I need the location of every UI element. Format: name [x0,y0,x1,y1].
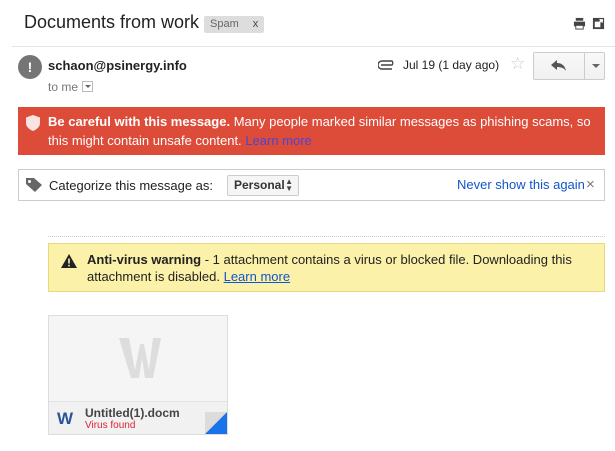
word-doc-icon [119,338,161,378]
spam-label-text: Spam [210,18,239,30]
phishing-learn-more-link[interactable]: Learn more [245,133,311,148]
attachment-virus-status: Virus found [85,420,136,431]
subject-row: Documents from work Spam x [0,0,615,48]
content-divider [48,236,605,237]
show-details-dropdown[interactable] [82,81,94,92]
sender-address[interactable]: schaon@psinergy.info [48,58,187,73]
more-actions-button[interactable] [584,53,605,79]
attachment-preview [49,316,227,401]
recipient-text: to me [48,80,79,94]
phishing-warning-title: Be careful with this message. [48,114,231,129]
never-show-again-link[interactable]: Never show this again [457,177,585,192]
star-icon[interactable]: ☆ [510,54,525,74]
print-icon[interactable] [573,17,586,30]
categorize-label: Categorize this message as: [49,178,214,193]
categorize-bar: Categorize this message as: Personal ▲ ▼ … [18,169,605,201]
folded-corner-icon [205,412,227,434]
phishing-warning-banner: Be careful with this message. Many peopl… [18,107,605,155]
dismiss-categorize-button[interactable]: × [586,176,595,193]
reply-button-group [533,52,605,80]
attachment-filename: Untitled(1).docm [85,406,180,420]
message-subject: Documents from work [24,12,200,32]
top-icons [573,17,605,30]
word-file-icon: W [57,409,74,428]
antivirus-warning-banner: Anti-virus warning - 1 attachment contai… [48,243,605,292]
paperclip-icon [378,60,394,70]
sender-avatar: ! [18,55,42,79]
shield-icon [26,115,40,131]
header-divider [12,46,615,47]
antivirus-learn-more-link[interactable]: Learn more [224,269,290,284]
remove-label-button[interactable]: x [253,18,259,30]
warning-icon [61,254,77,268]
spam-label-chip[interactable]: Spam x [204,16,265,33]
tag-icon [26,178,42,192]
reply-button[interactable] [534,53,584,79]
recipient-line: to me [48,80,94,94]
new-window-icon[interactable] [592,17,605,30]
updown-arrows-icon: ▲ ▼ [285,177,293,193]
reply-icon [551,60,566,71]
antivirus-warning-title: Anti-virus warning [87,252,202,267]
category-select[interactable]: Personal ▲ ▼ [227,175,299,196]
attachment-card[interactable]: W Untitled(1).docm Virus found [48,315,228,435]
message-date: Jul 19 (1 day ago) [403,58,500,72]
category-select-value: Personal [234,178,285,192]
alert-icon: ! [27,59,33,75]
attachment-footer: W Untitled(1).docm Virus found [49,401,227,434]
